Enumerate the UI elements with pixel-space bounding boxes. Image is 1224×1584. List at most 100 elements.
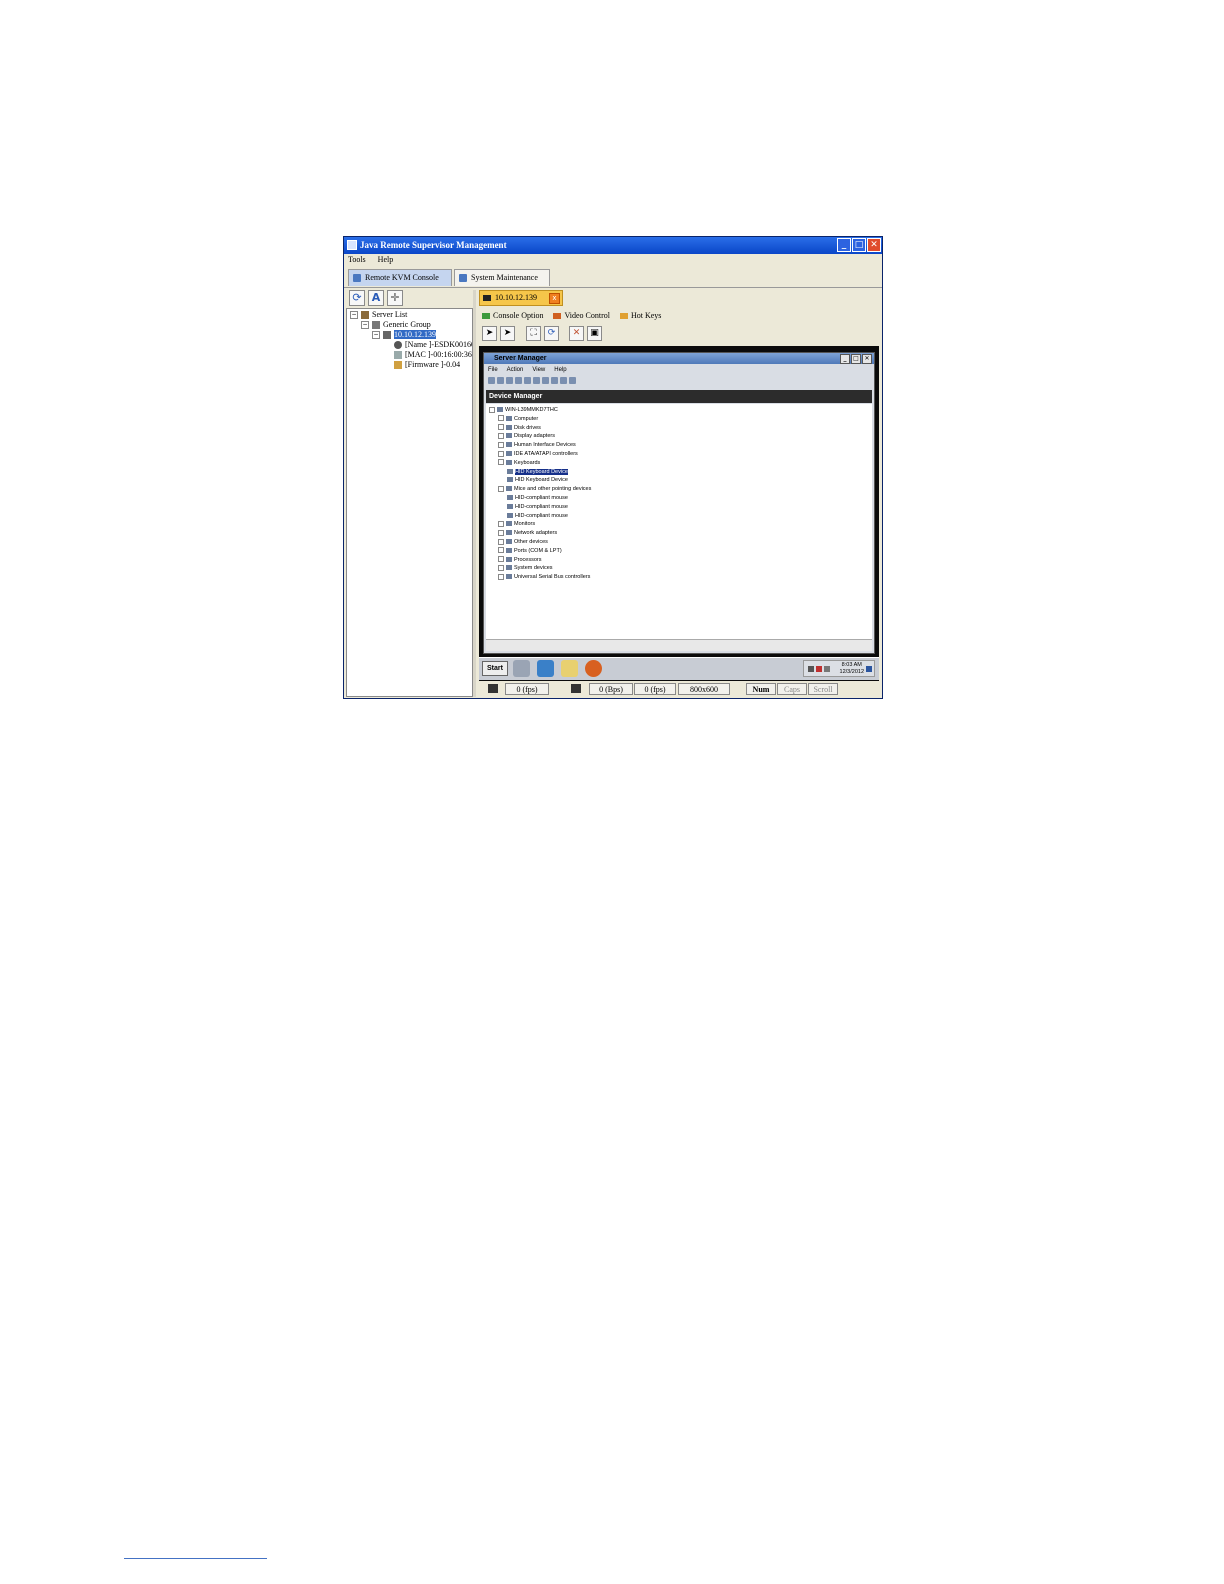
server-manager-taskbar-icon[interactable] xyxy=(513,660,530,677)
add-icon[interactable]: ✛ xyxy=(387,290,403,306)
remote-menu-help[interactable]: Help xyxy=(554,366,566,375)
capture-icon[interactable]: ▣ xyxy=(587,326,602,341)
antenna-icon xyxy=(394,341,402,350)
remote-menu-view[interactable]: View xyxy=(532,366,545,375)
device-tree-item[interactable]: WIN-L39MMKD7THC xyxy=(489,406,558,414)
expand-icon[interactable] xyxy=(498,441,504,448)
font-icon[interactable]: A xyxy=(368,290,384,306)
show-desktop-icon[interactable] xyxy=(866,666,872,672)
device-tree-item[interactable]: Universal Serial Bus controllers xyxy=(498,573,590,581)
collapse-icon[interactable]: − xyxy=(372,331,380,340)
expand-icon[interactable] xyxy=(498,450,504,457)
remote-maximize-button[interactable]: □ xyxy=(851,354,861,364)
clock[interactable]: 8:03 AM 12/3/2012 xyxy=(840,662,864,676)
device-tree-item[interactable]: Computer xyxy=(498,415,538,423)
tray-arrow-icon[interactable] xyxy=(808,666,814,672)
device-tree-item[interactable]: HID-compliant mouse xyxy=(507,512,568,520)
tree-device[interactable]: −10.10.12.139 xyxy=(372,330,436,340)
update-driver-icon[interactable] xyxy=(560,377,567,384)
refresh-screen-icon[interactable]: ⟳ xyxy=(544,326,559,341)
console-option-menu[interactable]: Console Option xyxy=(482,310,543,322)
minimize-button[interactable]: _ xyxy=(837,238,851,252)
device-tab[interactable]: 10.10.12.139 x xyxy=(479,290,563,306)
collapse-icon[interactable]: − xyxy=(361,321,369,330)
expand-icon[interactable] xyxy=(498,415,504,422)
remote-menu-file[interactable]: File xyxy=(488,366,498,375)
title-bar[interactable]: Java Remote Supervisor Management _ □ ✕ xyxy=(344,237,882,254)
up-icon[interactable] xyxy=(506,377,513,384)
device-tree-item[interactable]: HID Keyboard Device xyxy=(507,476,568,484)
expand-icon[interactable] xyxy=(498,547,504,554)
caps-lock-indicator: Caps xyxy=(777,683,807,695)
cursor-sync-icon[interactable]: ➤ xyxy=(500,326,515,341)
forward-icon[interactable] xyxy=(497,377,504,384)
close-icon[interactable]: ✕ xyxy=(569,326,584,341)
expand-icon[interactable] xyxy=(498,556,504,563)
device-tree-item[interactable]: Mice and other pointing devices xyxy=(498,485,591,493)
expand-icon[interactable] xyxy=(498,432,504,439)
device-tree-item[interactable]: Other devices xyxy=(498,538,548,546)
maximize-button[interactable]: □ xyxy=(852,238,866,252)
device-tree-item[interactable]: Human Interface Devices xyxy=(498,441,576,449)
remote-menu-action[interactable]: Action xyxy=(507,366,524,375)
expand-icon[interactable] xyxy=(498,485,504,492)
hot-keys-menu[interactable]: Hot Keys xyxy=(619,310,661,322)
tree-firmware-item[interactable]: [Firmware ]-0.04 xyxy=(394,360,460,370)
console-icon xyxy=(353,274,361,282)
device-tree-item[interactable]: HID-compliant mouse xyxy=(507,494,568,502)
device-tree-item[interactable]: Display adapters xyxy=(498,432,555,440)
expand-icon[interactable] xyxy=(498,520,504,527)
start-button[interactable]: Start xyxy=(482,661,508,676)
view-icon[interactable] xyxy=(542,377,549,384)
properties-icon[interactable] xyxy=(524,377,531,384)
device-tree-item[interactable]: Disk drives xyxy=(498,424,541,432)
server-manager-titlebar[interactable]: Server Manager _ □ ✕ xyxy=(484,353,874,364)
help-icon[interactable] xyxy=(533,377,540,384)
close-button[interactable]: ✕ xyxy=(867,238,881,252)
device-tree-item[interactable]: Monitors xyxy=(498,520,535,528)
device-tree-item[interactable]: Processors xyxy=(498,556,542,564)
scan-icon[interactable] xyxy=(551,377,558,384)
device-tree-item[interactable]: HID-compliant mouse xyxy=(507,503,568,511)
remote-screen[interactable]: Server Manager _ □ ✕ File Action View He… xyxy=(479,346,879,681)
device-tree-item[interactable]: System devices xyxy=(498,564,553,572)
expand-icon[interactable] xyxy=(498,564,504,571)
tree-toggle-icon[interactable] xyxy=(515,377,522,384)
device-tree-item[interactable]: Network adapters xyxy=(498,529,557,537)
tree-generic-group[interactable]: − Generic Group xyxy=(361,320,431,330)
tree-mac-item[interactable]: [MAC ]-00:16:00:36 xyxy=(394,350,472,360)
expand-icon[interactable] xyxy=(489,406,495,413)
menu-help[interactable]: Help xyxy=(378,255,394,264)
tree-server-list[interactable]: − Server List xyxy=(350,310,407,320)
firefox-icon[interactable] xyxy=(585,660,602,677)
remote-close-button[interactable]: ✕ xyxy=(862,354,872,364)
device-tree-item[interactable]: HID Keyboard Device xyxy=(507,468,568,476)
close-tab-button[interactable]: x xyxy=(549,293,560,304)
expand-icon[interactable] xyxy=(498,573,504,580)
menu-tools[interactable]: Tools xyxy=(348,255,366,264)
explorer-icon[interactable] xyxy=(561,660,578,677)
expand-icon[interactable] xyxy=(498,459,504,466)
powershell-icon[interactable] xyxy=(537,660,554,677)
collapse-icon[interactable]: − xyxy=(350,311,358,320)
device-icon xyxy=(506,547,512,553)
expand-icon[interactable] xyxy=(498,424,504,431)
device-icon xyxy=(506,459,512,465)
cursor-icon[interactable]: ➤ xyxy=(482,326,497,341)
tray-network-icon[interactable] xyxy=(824,666,830,672)
tray-alert-icon[interactable] xyxy=(816,666,822,672)
device-tree-item[interactable]: IDE ATA/ATAPI controllers xyxy=(498,450,578,458)
video-control-menu[interactable]: Video Control xyxy=(553,310,610,322)
tab-system-maintenance[interactable]: System Maintenance xyxy=(454,269,550,286)
tree-name-item[interactable]: [Name ]-ESDK00160 xyxy=(394,340,472,350)
tab-remote-kvm-console[interactable]: Remote KVM Console xyxy=(348,269,452,286)
refresh-icon[interactable]: ⟳ xyxy=(349,290,365,306)
expand-icon[interactable] xyxy=(498,529,504,536)
expand-icon[interactable] xyxy=(498,538,504,545)
device-tree-item[interactable]: Ports (COM & LPT) xyxy=(498,547,562,555)
remote-minimize-button[interactable]: _ xyxy=(840,354,850,364)
device-tree-item[interactable]: Keyboards xyxy=(498,459,540,467)
back-icon[interactable] xyxy=(488,377,495,384)
fullscreen-icon[interactable]: ⛶ xyxy=(526,326,541,341)
uninstall-icon[interactable] xyxy=(569,377,576,384)
